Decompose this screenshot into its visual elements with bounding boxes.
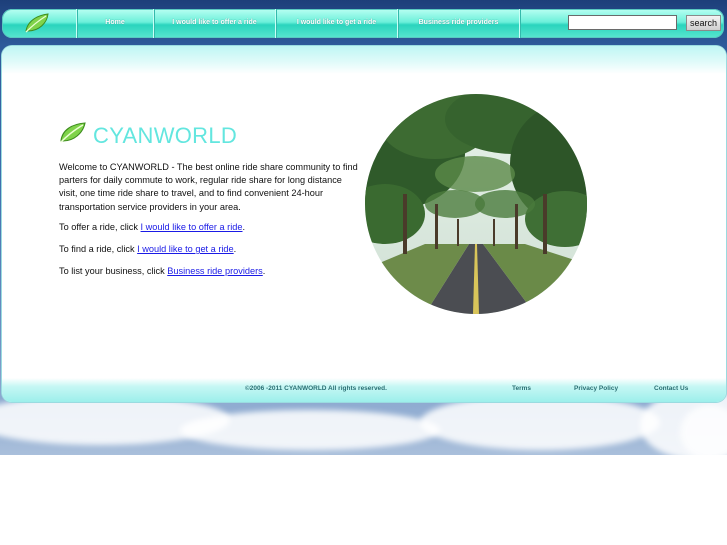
nav-logo[interactable] [12, 11, 74, 36]
panel-header-gradient [2, 46, 726, 74]
top-nav-bar: Home I would like to offer a ride I woul… [2, 9, 724, 38]
leaf-logo-icon [25, 13, 49, 33]
offer-prefix: To offer a ride, click [59, 222, 141, 232]
nav-separator [519, 9, 520, 38]
cloud [420, 395, 660, 450]
cloud [180, 410, 440, 450]
search-button[interactable]: search [686, 15, 721, 31]
find-period: . [233, 244, 237, 254]
road-photo-illustration [365, 94, 587, 314]
find-prefix: To find a ride, click [59, 244, 138, 254]
search-input[interactable] [568, 15, 677, 30]
offer-line: To offer a ride, click I would like to o… [59, 222, 245, 232]
list-prefix: To list your business, click [59, 266, 168, 276]
intro-text: Welcome to CYANWORLD - The best online r… [59, 162, 358, 212]
offer-ride-link[interactable]: I would like to offer a ride [141, 222, 243, 232]
copyright-text: ©2006 -2011 CYANWORLD All rights reserve… [245, 385, 387, 392]
brand-title: CYANWORLD [93, 123, 238, 148]
nav-get-ride[interactable]: I would like to get a ride [276, 9, 397, 38]
business-providers-link[interactable]: Business ride providers [167, 266, 263, 276]
nav-home[interactable]: Home [77, 9, 153, 38]
list-period: . [262, 266, 266, 276]
find-line: To find a ride, click I would like to ge… [59, 244, 236, 254]
road-photo [365, 94, 587, 314]
footer-contact-link[interactable]: Contact Us [654, 385, 688, 392]
main-panel: CYANWORLD Welcome to CYANWORLD - The bes… [2, 46, 726, 402]
footer-privacy-link[interactable]: Privacy Policy [574, 385, 618, 392]
nav-offer-ride[interactable]: I would like to offer a ride [154, 9, 275, 38]
list-line: To list your business, click Business ri… [59, 266, 265, 276]
get-ride-link[interactable]: I would like to get a ride [137, 244, 234, 254]
offer-period: . [242, 222, 246, 232]
nav-business-providers[interactable]: Business ride providers [398, 9, 519, 38]
leaf-icon [60, 122, 86, 143]
footer-terms-link[interactable]: Terms [512, 385, 531, 392]
